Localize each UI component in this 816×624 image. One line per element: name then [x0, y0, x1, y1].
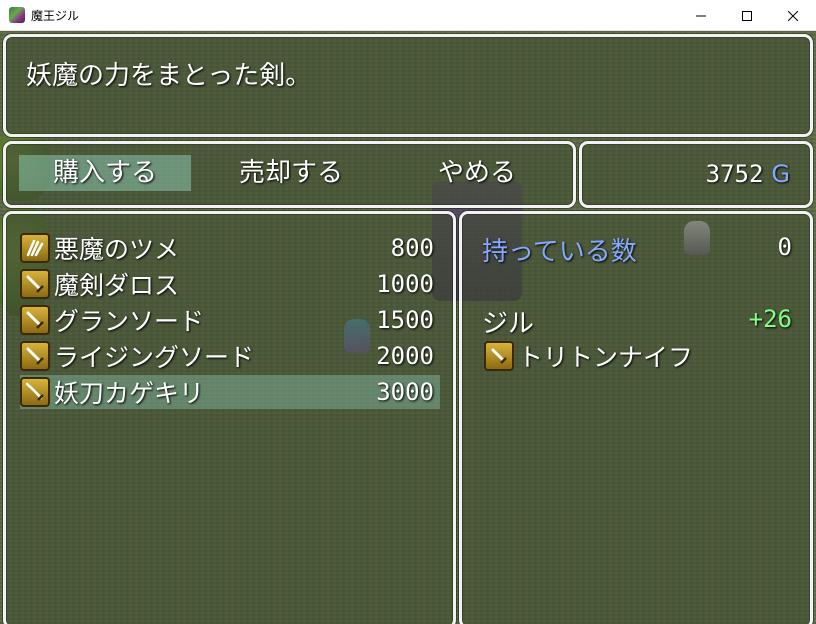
window-controls: [678, 0, 816, 31]
help-window: 妖魔の力をまとった剣。: [3, 34, 813, 137]
item-price: 1500: [376, 306, 434, 334]
item-price: 1000: [376, 270, 434, 298]
item-name: 魔剣ダロス: [54, 271, 180, 300]
buy-list-window: 悪魔のツメ 800 魔剣ダロス 1000 グランソード 1500 ライジングソー…: [3, 211, 456, 624]
sword-icon: [20, 341, 50, 371]
dagger-icon: [484, 341, 514, 371]
item-name: ライジングソード: [54, 343, 255, 372]
buy-command[interactable]: 購入する: [19, 155, 191, 191]
gold-unit: G: [771, 160, 790, 188]
minimize-button[interactable]: [678, 0, 724, 31]
item-price: 2000: [376, 342, 434, 370]
list-item[interactable]: グランソード 1500: [20, 303, 440, 337]
cancel-command-label: やめる: [437, 158, 516, 188]
close-icon: [788, 10, 798, 21]
sell-command-label: 売却する: [238, 158, 343, 188]
gold-display: 3752 G: [706, 160, 790, 188]
title-bar: 魔王ジル: [0, 0, 816, 31]
minimize-icon: [696, 15, 706, 16]
param-change: +26: [748, 305, 792, 333]
item-name: 悪魔のツメ: [54, 235, 180, 264]
item-price: 800: [390, 234, 434, 262]
possession-value: 0: [777, 233, 792, 261]
list-item[interactable]: ライジングソード 2000: [20, 339, 440, 373]
sell-command[interactable]: 売却する: [205, 155, 377, 191]
game-screen: 妖魔の力をまとった剣。 購入する 売却する やめる 3752 G 悪魔のツメ 80…: [0, 31, 816, 624]
item-name: グランソード: [54, 307, 205, 336]
maximize-icon: [742, 10, 752, 21]
katana-icon: [20, 377, 50, 407]
command-window: 購入する 売却する やめる: [3, 141, 576, 208]
list-item-selected[interactable]: 妖刀カゲキリ 3000: [20, 375, 440, 409]
buy-command-label: 購入する: [52, 158, 157, 188]
item-price: 3000: [376, 378, 434, 406]
possession-label: 持っている数: [482, 237, 637, 267]
equipped-item-name: トリトンナイフ: [518, 343, 694, 372]
sword-icon: [20, 305, 50, 335]
cancel-command[interactable]: やめる: [391, 155, 563, 191]
close-button[interactable]: [770, 0, 816, 31]
status-window: 持っている数 0 ジル +26 トリトンナイフ: [459, 211, 813, 624]
sword-icon: [20, 269, 50, 299]
app-icon: [9, 7, 25, 23]
list-item[interactable]: 魔剣ダロス 1000: [20, 267, 440, 301]
claw-icon: [20, 233, 50, 263]
gold-window: 3752 G: [579, 141, 813, 208]
window-title: 魔王ジル: [31, 8, 80, 23]
gold-amount: 3752: [705, 160, 764, 188]
item-description: 妖魔の力をまとった剣。: [26, 61, 312, 91]
list-item[interactable]: 悪魔のツメ 800: [20, 231, 440, 265]
item-name: 妖刀カゲキリ: [54, 379, 205, 408]
maximize-button[interactable]: [724, 0, 770, 31]
actor-name: ジル: [482, 309, 535, 339]
equipped-item: トリトンナイフ: [484, 339, 794, 373]
